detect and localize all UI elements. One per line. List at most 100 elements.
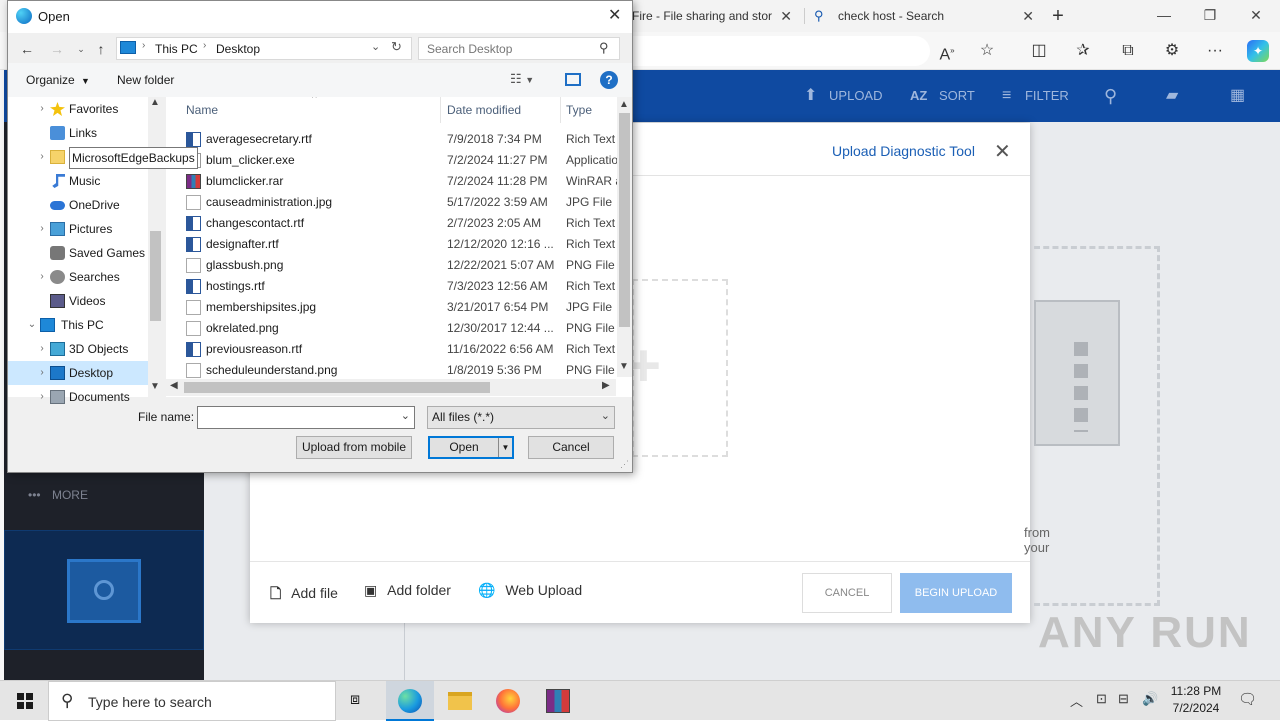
tree-item-music[interactable]: Music — [8, 169, 148, 193]
winrar-icon[interactable] — [534, 681, 582, 721]
file-row[interactable]: causeadministration.jpg 5/17/2022 3:59 AM… — [166, 192, 621, 213]
breadcrumb-desktop[interactable]: Desktop — [216, 42, 260, 56]
file-type-select[interactable]: All files (*.*) ⌄ — [427, 406, 615, 429]
scroll-left-icon[interactable]: ◀ — [170, 380, 178, 391]
dialog-close-icon[interactable]: ✕ — [608, 5, 621, 25]
file-list-hscrollbar[interactable]: ◀ ▶ — [166, 379, 616, 396]
site-search-icon[interactable]: ⚲ — [1104, 85, 1117, 107]
file-row[interactable]: changescontact.rtf 2/7/2023 2:05 AM Rich T… — [166, 213, 621, 234]
tree-item-searches[interactable]: › Searches — [8, 265, 148, 289]
preview-pane-icon[interactable] — [565, 73, 581, 86]
chevron-down-icon[interactable]: ⌄ — [371, 40, 380, 53]
view-options-icon[interactable]: ☷ ▼ — [510, 71, 534, 87]
edge-taskbar-icon[interactable] — [386, 681, 434, 721]
chevron-right-icon[interactable]: › — [36, 265, 48, 289]
tab-check-host[interactable]: ⚲ check host - Search ✕ — [812, 4, 1040, 30]
column-name[interactable]: Name — [186, 97, 218, 123]
scroll-thumb[interactable] — [184, 382, 490, 393]
chevron-right-icon[interactable]: › — [36, 361, 48, 385]
copilot-icon[interactable]: ✦ — [1247, 40, 1269, 62]
tree-item-onedrive[interactable]: OneDrive — [8, 193, 148, 217]
add-folder-button[interactable]: ▣ Add folder — [364, 582, 451, 599]
promo-banner[interactable] — [4, 530, 204, 650]
notifications-icon[interactable]: 🗨 — [1238, 690, 1257, 708]
chevron-down-icon[interactable]: ⌄ — [401, 409, 410, 422]
grid-view-icon[interactable]: ▦ — [1230, 85, 1245, 107]
tab-close-icon[interactable]: ✕ — [780, 4, 792, 28]
file-list-vscrollbar[interactable]: ▲ ▼ — [617, 97, 632, 377]
new-tab-button[interactable]: + — [1046, 4, 1070, 30]
resize-grip-icon[interactable]: ⋰ — [620, 459, 629, 470]
upload-button[interactable]: ⬆ UPLOAD — [804, 85, 883, 107]
chevron-right-icon[interactable]: › — [36, 217, 48, 241]
chevron-right-icon[interactable]: › — [36, 337, 48, 361]
dialog-cancel-button[interactable]: Cancel — [528, 436, 614, 459]
file-row[interactable]: okrelated.png 12/30/2017 12:44 ... PNG Fil… — [166, 318, 621, 339]
file-row[interactable]: blum_clicker.exe 7/2/2024 11:27 PM Applica… — [166, 150, 622, 171]
file-row[interactable]: membershipsites.jpg 3/21/2017 6:54 PM JPG … — [166, 297, 621, 318]
breadcrumb[interactable]: › This PC › Desktop ⌄ ↻ — [116, 37, 412, 60]
volume-icon[interactable]: 🔊 — [1142, 691, 1158, 707]
help-icon[interactable]: ? — [600, 71, 618, 89]
clock[interactable]: 11:28 PM 7/2/2024 — [1166, 684, 1226, 715]
organize-menu[interactable]: Organize ▼ — [26, 73, 90, 87]
open-button[interactable]: Open ▼ — [428, 436, 514, 459]
tree-item-pictures[interactable]: › Pictures — [8, 217, 148, 241]
scroll-down-icon[interactable]: ▼ — [619, 361, 629, 372]
column-date-modified[interactable]: Date modified — [447, 97, 521, 123]
column-type[interactable]: Type — [566, 97, 592, 123]
close-window-button[interactable]: ✕ — [1236, 4, 1276, 26]
scroll-up-icon[interactable]: ▲ — [619, 99, 629, 110]
scroll-up-icon[interactable]: ▲ — [150, 97, 160, 108]
add-file-button[interactable]: 🗋 Add file — [270, 583, 338, 607]
task-view-icon[interactable]: ⧈ — [336, 681, 384, 721]
tree-item-this-pc[interactable]: ⌄ This PC — [8, 313, 148, 337]
firefox-icon[interactable] — [484, 681, 532, 721]
cancel-upload-button[interactable]: CANCEL — [802, 573, 892, 613]
search-desktop-input[interactable]: Search Desktop ⚲ — [418, 37, 620, 60]
file-name-input[interactable]: ⌄ — [197, 406, 415, 429]
tree-scrollbar[interactable]: ▲ ▼ — [148, 97, 163, 397]
tree-item-documents[interactable]: › Documents — [8, 385, 148, 409]
file-row[interactable]: scheduleunderstand.png 1/8/2019 5:36 PM PN… — [166, 360, 621, 381]
breadcrumb-this-pc[interactable]: This PC — [155, 42, 198, 56]
begin-upload-button[interactable]: BEGIN UPLOAD — [900, 573, 1012, 613]
more-menu-icon[interactable]: ··· — [1204, 40, 1226, 62]
up-arrow-icon[interactable]: ↑ — [90, 39, 112, 59]
tree-item-favorites[interactable]: › Favorites — [8, 97, 148, 121]
forward-arrow-icon[interactable]: → — [46, 39, 68, 59]
upload-from-mobile-button[interactable]: Upload from mobile — [296, 436, 412, 459]
back-arrow-icon[interactable]: ← — [16, 39, 38, 59]
monitor-icon[interactable]: ⊟ — [1118, 691, 1129, 707]
favorite-star-icon[interactable]: ☆ — [976, 40, 998, 62]
file-row[interactable]: previousreason.rtf 11/16/2022 6:56 AM Rich… — [166, 339, 621, 360]
file-row[interactable]: designafter.rtf 12/12/2020 12:16 ... Rich … — [166, 234, 621, 255]
new-folder-icon[interactable]: ▰ — [1166, 85, 1178, 107]
tab-close-icon[interactable]: ✕ — [1022, 4, 1034, 28]
new-folder-button[interactable]: New folder — [117, 73, 174, 87]
restore-button[interactable]: ❐ — [1190, 4, 1230, 26]
taskbar-search-box[interactable]: ⚲ Type here to search — [48, 681, 336, 721]
file-row[interactable]: hostings.rtf 7/3/2023 12:56 AM Rich Text — [166, 276, 621, 297]
scroll-thumb[interactable] — [150, 231, 161, 321]
minimize-button[interactable]: — — [1144, 4, 1184, 26]
show-hidden-icons-icon[interactable]: ︿ — [1070, 691, 1083, 710]
filter-button[interactable]: ≡ FILTER — [1002, 85, 1069, 107]
upload-diagnostic-link[interactable]: Upload Diagnostic Tool — [832, 143, 975, 159]
scroll-thumb[interactable] — [619, 113, 630, 327]
sort-button[interactable]: AZ SORT — [910, 85, 975, 107]
favorites-icon[interactable]: ✰ — [1072, 40, 1094, 62]
read-aloud-icon[interactable]: A» — [936, 40, 958, 63]
file-row[interactable]: averagesecretary.rtf 7/9/2018 7:34 PM Rich… — [166, 129, 621, 150]
tree-item-links[interactable]: Links — [8, 121, 148, 145]
network-icon[interactable]: ⊡ — [1096, 691, 1107, 707]
file-row[interactable]: blumclicker.rar 7/2/2024 11:28 PM WinRAR a… — [166, 171, 622, 192]
collections-icon[interactable]: ⧉ — [1117, 40, 1139, 62]
chevron-down-icon[interactable]: ⌄ — [26, 313, 38, 337]
start-button[interactable] — [0, 681, 48, 721]
open-dropdown-icon[interactable]: ▼ — [498, 438, 512, 457]
tree-item-saved-games[interactable]: Saved Games — [8, 241, 148, 265]
chevron-right-icon[interactable]: › — [36, 145, 48, 169]
tab-fire-upload[interactable]: Fire - File sharing and stor ✕ — [632, 4, 798, 30]
tree-item-videos[interactable]: Videos — [8, 289, 148, 313]
